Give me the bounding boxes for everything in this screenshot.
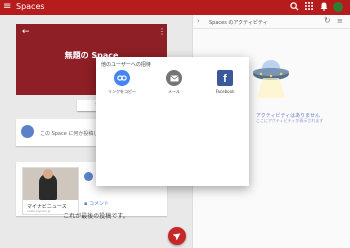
facebook-label: Facebook (215, 89, 235, 94)
copy-link-label: リンクをコピー (108, 89, 136, 94)
facebook-icon: f (217, 70, 233, 86)
app-title: Spaces (16, 2, 45, 11)
search-icon[interactable] (289, 2, 299, 12)
link-icon (114, 70, 130, 86)
copy-link-option[interactable]: リンクをコピー (105, 70, 139, 100)
apps-icon[interactable] (304, 2, 314, 12)
link-thumbnail (23, 168, 78, 200)
activity-title: Spaces のアクティビティ (209, 20, 268, 26)
mail-option[interactable]: メール (157, 70, 191, 100)
avatar (84, 172, 93, 181)
comment-icon: ▪ (84, 201, 88, 207)
filter-icon[interactable]: ≡ (337, 17, 343, 25)
link-preview[interactable]: マイナビニュース news.mynavi.jp (22, 167, 79, 215)
activity-header: › Spaces のアクティビティ ↻ ≡ (193, 15, 350, 29)
share-dialog-title: 他のユーザーへの招待 (101, 62, 151, 68)
thumbnail-head (43, 169, 53, 179)
account-avatar[interactable] (333, 2, 343, 12)
facebook-option[interactable]: f Facebook (208, 70, 242, 100)
app-bar: ≡ Spaces (0, 0, 350, 15)
share-dialog: 他のユーザーへの招待 リンクをコピー メール f Facebook (96, 57, 249, 186)
mail-label: メール (168, 89, 180, 94)
notifications-icon[interactable] (319, 2, 329, 12)
avatar (21, 125, 34, 138)
chevron-right-icon[interactable]: › (197, 17, 200, 25)
ufo-illustration (251, 54, 291, 102)
refresh-icon[interactable]: ↻ (324, 16, 331, 25)
more-vert-icon[interactable]: ⋮ (158, 27, 166, 36)
back-arrow-icon[interactable]: ← (22, 27, 30, 37)
activity-empty-subtitle: ここにアクティビティが表示されます (256, 118, 324, 123)
mail-icon (166, 70, 182, 86)
menu-icon[interactable]: ≡ (3, 2, 13, 12)
comment-label: コメント (88, 201, 109, 207)
feed-end-text: これが最後の投稿です。 (63, 213, 129, 220)
comment-button[interactable]: ▪ コメント (84, 200, 109, 207)
new-post-button[interactable] (168, 227, 186, 245)
